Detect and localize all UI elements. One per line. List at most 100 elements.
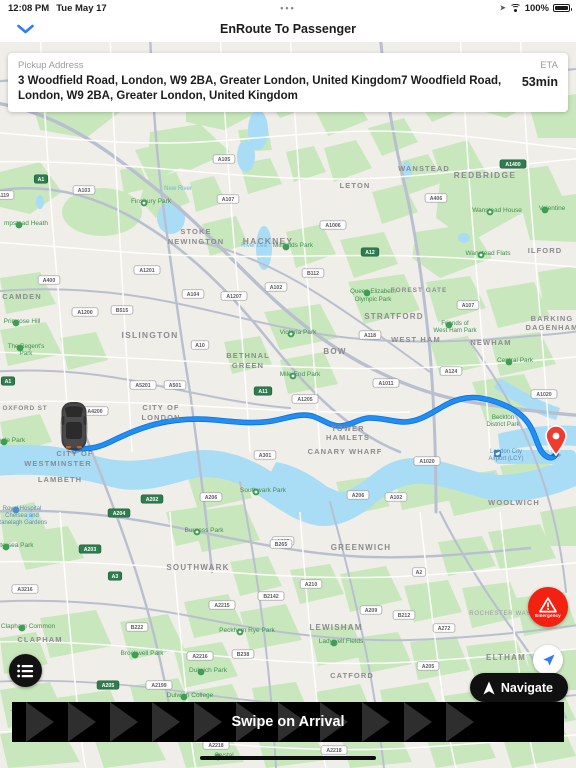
- map-label: TOWER: [331, 424, 364, 433]
- svg-text:A11: A11: [258, 389, 267, 395]
- map-label: LETON: [340, 181, 371, 190]
- road-shield: A1400: [499, 159, 527, 169]
- svg-text:A1400: A1400: [505, 162, 520, 168]
- navigate-button[interactable]: Navigate: [469, 673, 568, 702]
- map-label: West Ham Park: [433, 327, 477, 334]
- map-label: Central Park: [497, 357, 534, 364]
- pickup-address-card[interactable]: Pickup Address ETA 3 Woodfield Road, Lon…: [8, 53, 568, 113]
- chevron-right-icon: [26, 702, 54, 742]
- chevron-right-icon: [446, 702, 474, 742]
- location-arrow-icon: ➤: [499, 5, 506, 12]
- svg-text:A12: A12: [365, 250, 375, 256]
- status-bar-right: ➤ 100%: [499, 3, 572, 14]
- svg-text:A103: A103: [78, 188, 91, 194]
- svg-text:A4200: A4200: [87, 409, 102, 415]
- map-label: Southwark Park: [240, 487, 287, 494]
- svg-text:B2142: B2142: [263, 594, 278, 600]
- road-shield: A206: [346, 490, 370, 500]
- chevron-down-icon[interactable]: [12, 19, 38, 39]
- status-time: 12:08 PM: [8, 2, 50, 14]
- road-shield: A2199: [145, 680, 173, 690]
- map-label: CATFORD: [330, 671, 374, 680]
- map-label: Finsbury Park: [131, 198, 172, 205]
- map-label: Peckham Rye Park: [219, 627, 275, 634]
- road-shield: A203: [78, 544, 102, 554]
- svg-text:A10: A10: [195, 343, 205, 349]
- svg-text:A102: A102: [390, 495, 403, 501]
- svg-text:A501: A501: [169, 383, 182, 389]
- road-shield: A406: [424, 193, 448, 203]
- svg-text:A1006: A1006: [325, 223, 340, 229]
- svg-text:A206: A206: [205, 495, 218, 501]
- svg-text:A400: A400: [43, 278, 56, 284]
- road-shield: A204: [107, 508, 131, 518]
- svg-text:A105: A105: [218, 157, 231, 163]
- road-shield: A11: [253, 386, 273, 396]
- svg-text:A107: A107: [462, 303, 475, 309]
- map-label: River Lea: [241, 243, 267, 249]
- svg-text:A209: A209: [365, 608, 378, 614]
- menu-button[interactable]: [9, 654, 42, 687]
- chevron-right-icon: [68, 702, 96, 742]
- road-shield: B222: [125, 622, 149, 632]
- svg-text:A210: A210: [305, 582, 318, 588]
- road-shield: B265: [269, 539, 293, 549]
- svg-text:A205: A205: [422, 664, 435, 670]
- map-label: Brockwell Park: [121, 650, 165, 657]
- map-canvas[interactable]: WOOD GREENClayhury PaWANSTEADREDBRIDGEFi…: [0, 42, 576, 768]
- map-label: WANSTEAD: [398, 164, 450, 173]
- svg-text:A119: A119: [0, 193, 9, 199]
- map-label: Mile End Park: [280, 371, 321, 378]
- navigate-label: Navigate: [500, 680, 553, 695]
- road-shield: A2216: [186, 651, 214, 661]
- svg-text:A1020: A1020: [536, 392, 551, 398]
- road-shield: B2142: [257, 591, 285, 601]
- map-label: Victoria Park: [280, 329, 317, 336]
- app-root: WOOD GREENClayhury PaWANSTEADREDBRIDGEFi…: [0, 0, 576, 768]
- svg-text:B212: B212: [398, 613, 411, 619]
- emergency-button[interactable]: Emergency: [528, 587, 568, 627]
- svg-text:A104: A104: [187, 292, 200, 298]
- map-label: Chelsea and: [5, 513, 39, 519]
- svg-text:B515: B515: [116, 308, 129, 314]
- road-shield: A1020: [413, 456, 441, 466]
- svg-text:A1: A1: [5, 379, 12, 385]
- map-label: FOREST GATE: [391, 287, 448, 294]
- map-label: Dulwich Park: [189, 667, 228, 674]
- svg-text:A1205: A1205: [297, 397, 312, 403]
- address-card-body: 3 Woodfield Road, London, W9 2BA, Greate…: [18, 74, 558, 104]
- road-shield: A1: [33, 174, 49, 184]
- road-shield: A1011: [372, 378, 400, 388]
- recenter-location-button[interactable]: [533, 645, 563, 675]
- map-label: District Park: [486, 421, 520, 428]
- map-label: OXFORD ST: [2, 405, 47, 412]
- svg-text:A102: A102: [270, 285, 283, 291]
- road-shield: A206: [199, 492, 223, 502]
- road-shield: A501: [163, 380, 187, 390]
- nav-header: EnRoute To Passenger: [0, 16, 576, 42]
- road-shield: A1006: [319, 220, 347, 230]
- road-shield: A5201: [129, 380, 157, 390]
- svg-text:B238: B238: [237, 652, 250, 658]
- road-shield: B212: [392, 610, 416, 620]
- map-label: Friends of: [441, 320, 469, 327]
- svg-text:A1011: A1011: [379, 381, 394, 387]
- map-label: GREENWICH: [331, 543, 392, 552]
- road-shield: A205: [416, 661, 440, 671]
- map-label: ISLINGTON: [122, 330, 179, 340]
- map-label: DAGENHAM: [526, 323, 576, 332]
- swipe-on-arrival-slider[interactable]: Swipe on Arrival: [12, 702, 564, 742]
- map-label: NEWHAM: [470, 338, 511, 347]
- road-shield: A3216: [11, 584, 39, 594]
- svg-text:A2199: A2199: [151, 683, 166, 689]
- address-card-header: Pickup Address ETA: [18, 60, 558, 71]
- map-label: Millfields Park: [273, 242, 314, 249]
- map-label: Park: [20, 350, 34, 357]
- chevron-down-glyph: [16, 24, 34, 34]
- status-bar: 12:08 PM Tue May 17 ••• ➤ 100%: [0, 0, 576, 16]
- map-label: New River: [164, 186, 192, 192]
- road-shield: A1205: [291, 394, 319, 404]
- map-label: CITY OF: [142, 403, 179, 412]
- svg-text:A107: A107: [222, 197, 235, 203]
- road-shield: A202: [140, 494, 164, 504]
